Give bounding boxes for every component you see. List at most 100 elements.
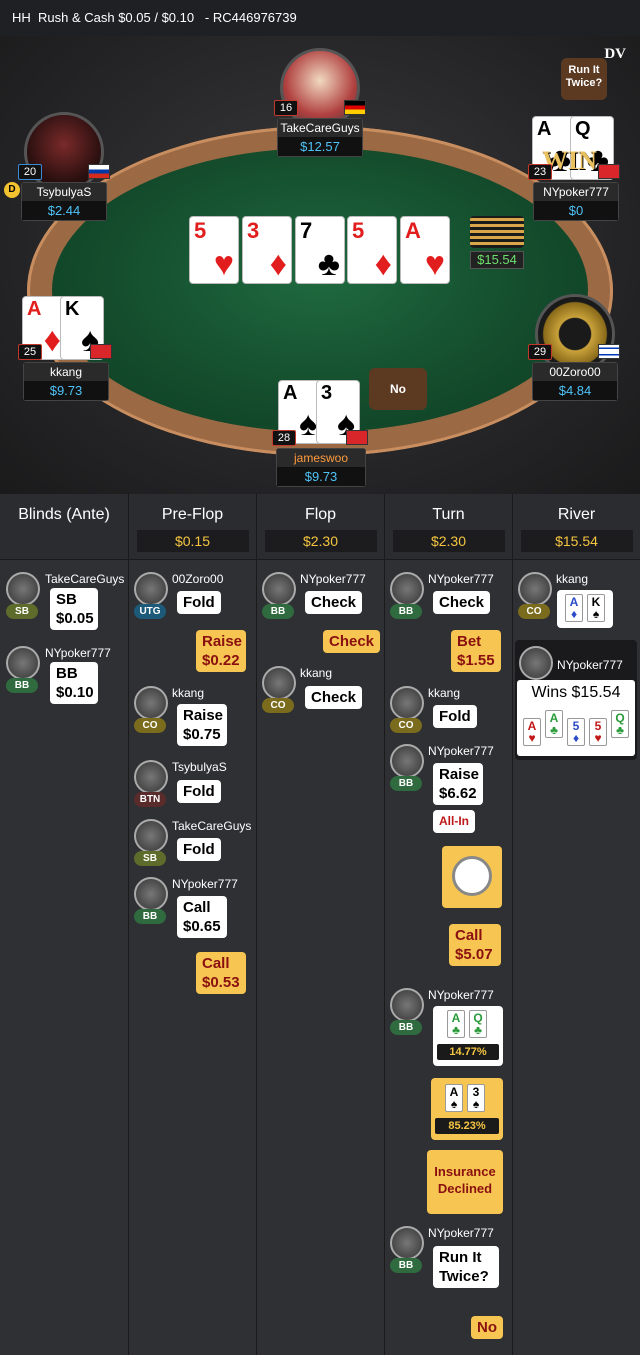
hero-action-bubble: Raise $0.22 [196,630,246,672]
seat-nypoker777[interactable]: A ♣ Q ♣ WIN 23 NYpoker777 $0 [528,112,620,222]
mini-card-1: A ♦ [565,594,583,622]
player-avatar-icon [134,572,168,606]
board-card-1: 5 ♥ [189,216,239,284]
column-preflop: Pre-Flop $0.15 UTG 00Zoro00 Fold Raise $0.… [129,494,257,1355]
insurance-declined-bubble: Insurance Declined [427,1150,503,1214]
seat-tsybulyas[interactable]: 20 D TsybulyaS $2.44 [4,112,110,222]
mini-card-3: 5 ♦ [567,718,585,746]
hero-action-bubble: No [471,1316,503,1339]
action-bubble: Check [305,686,363,709]
seat-jameswoo[interactable]: A ♠ 3 ♠ 28 jameswoo $9.73 [272,380,368,490]
hero-action-bubble: Call $0.53 [196,952,246,994]
column-header: Blinds (Ante) [0,494,128,560]
alarm-clock-icon [452,856,492,896]
action-bubble: Fold [177,838,221,861]
action-bubble: Fold [177,780,221,803]
player-name: NYpoker777 [45,646,111,660]
player-avatar-icon [6,572,40,606]
player-name: kkang [300,666,333,680]
player-avatar-icon [6,646,40,680]
seat-kkang[interactable]: A ♦ K ♠ 25 kkang $9.73 [18,296,112,406]
nameplate: NYpoker777 $0 [533,182,619,221]
player-name: 00Zoro00 [172,572,224,586]
action-bubble: SB $0.05 [50,588,98,630]
seat-00zoro00[interactable]: 29 00Zoro00 $4.84 [528,294,620,404]
hand-history-panel: Blinds (Ante) SB TakeCareGuys SB $0.05 BB… [0,494,640,1355]
position-badge: CO [134,718,166,733]
hero-cards-bubble: A ♠ 3 ♠ 85.23% [431,1078,503,1140]
player-name: NYpoker777 [428,572,494,586]
shown-cards-bubble: A ♣ Q ♣ 14.77% [433,1006,503,1066]
position-badge: BB [262,604,294,619]
position-badge: UTG [134,604,166,619]
column-river: River $15.54 CO kkang A ♦ K ♠ NYpoker777 Wi… [513,494,640,1355]
nameplate: kkang $9.73 [23,362,109,401]
action-bubble: Fold [177,591,221,614]
equity-label: 85.23% [435,1118,499,1134]
player-avatar-icon [390,572,424,606]
action-bubble: Call $0.65 [177,896,227,938]
level-badge: 28 [272,430,296,446]
hero-action-bubble: Call $5.07 [449,924,501,966]
hong-kong-flag-icon [90,344,112,359]
mini-card-4: 5 ♥ [589,718,607,746]
player-name: NYpoker777 [428,744,494,758]
nameplate: TsybulyaS $2.44 [21,182,107,221]
level-badge: 25 [18,344,42,360]
player-avatar-icon [390,988,424,1022]
israel-flag-icon [598,344,620,359]
player-avatar-icon [134,760,168,794]
no-bubble: No [369,368,427,410]
position-badge: BB [390,1020,422,1035]
column-header: River $15.54 [513,494,640,560]
position-badge: CO [262,698,294,713]
player-avatar-icon [134,686,168,720]
nameplate: 00Zoro00 $4.84 [532,362,618,401]
player-name: kkang [172,686,205,700]
position-badge: BB [134,909,166,924]
player-name: TsybulyaS [172,760,227,774]
winner-panel: NYpoker777 Wins $15.54 A ♥ A ♣ 5 ♦ 5 ♥ Q ♣ [515,640,637,760]
action-bubble: Check [305,591,363,614]
nameplate: TakeCareGuys $12.57 [277,118,363,157]
player-avatar-icon [262,666,296,700]
action-bubble: Check [433,591,491,614]
pot-amount: $15.54 [470,251,524,269]
player-avatar-icon [519,646,553,680]
position-badge: SB [6,604,38,619]
column-turn: Turn $2.30 BB NYpoker777 Check Bet $1.55 C… [385,494,513,1355]
russia-flag-icon [88,164,110,179]
player-name: kkang [428,686,461,700]
player-name: kkang [556,572,589,586]
hero-action-bubble: Bet $1.55 [451,630,501,672]
position-badge: CO [518,604,550,619]
equity-label: 14.77% [437,1044,499,1060]
mini-card-1: A ♥ [523,718,541,746]
action-bubble: Raise $6.62 [433,763,483,805]
dealer-button-icon: D [4,182,20,198]
action-bubble: Raise $0.75 [177,704,227,746]
position-badge: BB [6,678,38,693]
mini-card-2: 3 ♠ [467,1084,485,1112]
position-badge: BB [390,604,422,619]
column-blinds: Blinds (Ante) SB TakeCareGuys SB $0.05 BB… [0,494,129,1355]
joker-avatar-icon [24,112,104,192]
column-header: Flop $2.30 [257,494,384,560]
pot-chips-icon [470,216,524,248]
mini-card-5: Q ♣ [611,710,629,738]
player-name: NYpoker777 [557,658,623,672]
board-card-5: A ♥ [400,216,450,284]
level-badge: 29 [528,344,552,360]
hong-kong-flag-icon [346,430,368,445]
jester-avatar-icon [280,48,360,128]
column-header: Pre-Flop $0.15 [129,494,256,560]
player-name: TakeCareGuys [172,819,252,833]
winner-result: Wins $15.54 A ♥ A ♣ 5 ♦ 5 ♥ Q ♣ [517,680,635,756]
position-badge: BB [390,776,422,791]
mini-card-1: A ♠ [445,1084,463,1112]
seat-takecareguys[interactable]: 16 TakeCareGuys $12.57 [274,48,366,158]
level-badge: 20 [18,164,42,180]
position-badge: CO [390,718,422,733]
level-badge: 23 [528,164,552,180]
brand-logo: DV [604,46,626,62]
